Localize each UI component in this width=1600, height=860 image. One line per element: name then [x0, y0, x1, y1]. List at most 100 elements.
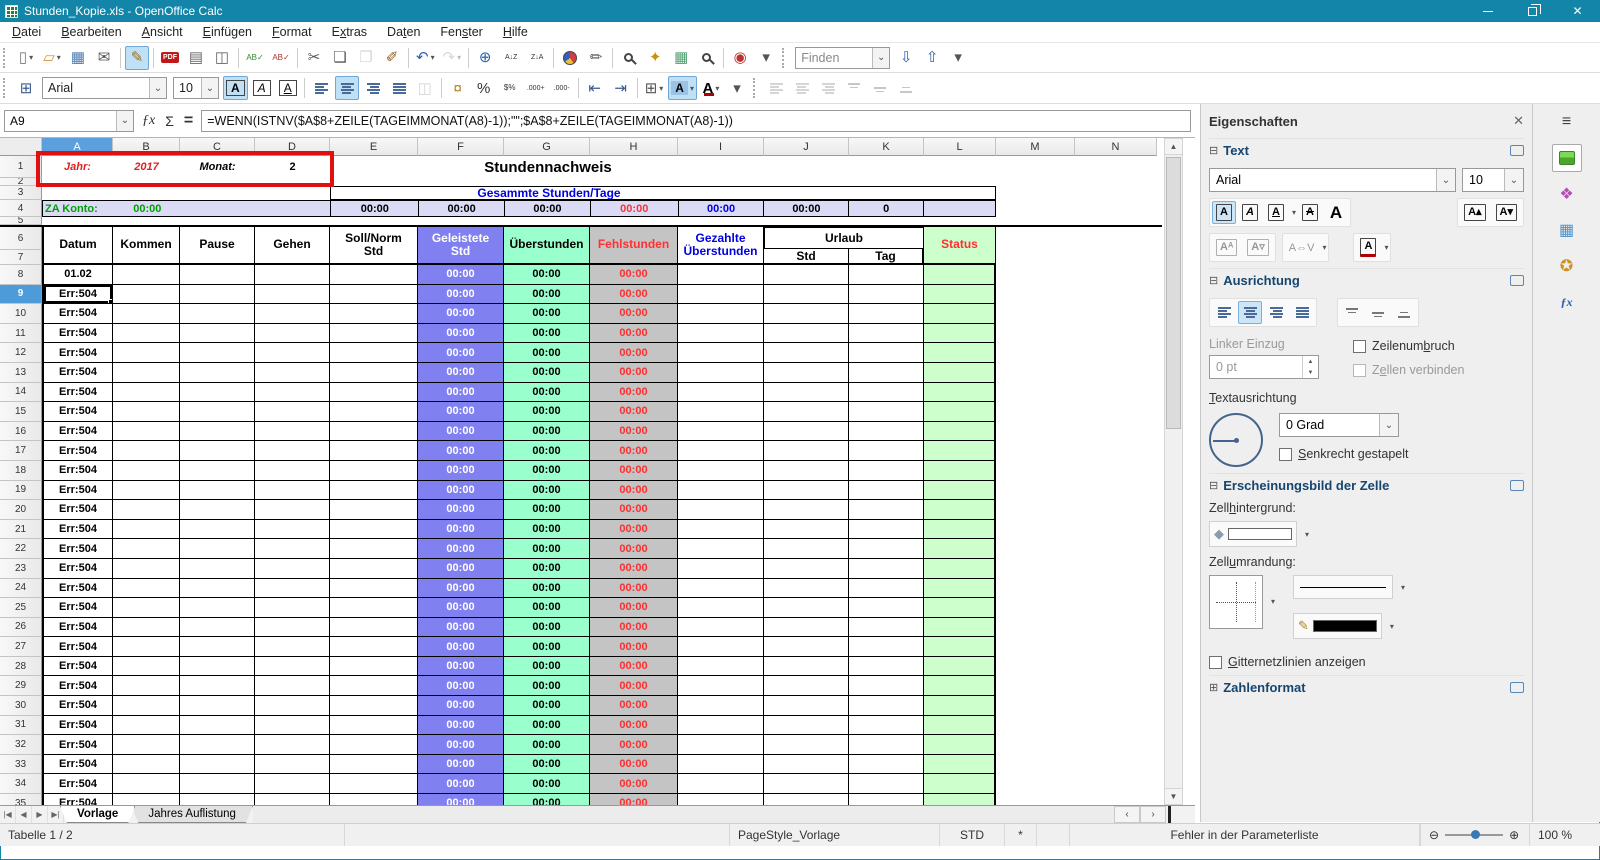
font-size-combobox[interactable]: 10 ⌄ [173, 77, 219, 99]
cell-H26[interactable]: 00:00 [590, 617, 678, 638]
cell-K30[interactable] [849, 696, 924, 716]
cell-G14[interactable]: 00:00 [504, 382, 590, 403]
cell-F29[interactable]: 00:00 [418, 676, 504, 697]
cell-K27[interactable] [849, 637, 924, 657]
column-header-J[interactable]: J [764, 138, 849, 156]
cell-E11[interactable] [330, 323, 418, 344]
cell-C9[interactable] [180, 284, 255, 305]
cell-A16[interactable]: Err:504 [42, 421, 113, 442]
rotation-dial[interactable] [1209, 413, 1263, 467]
cell-I26[interactable] [678, 617, 764, 638]
menu-extras[interactable]: Extras [322, 23, 377, 41]
column-header-H[interactable]: H [590, 138, 678, 156]
chevron-down-icon[interactable]: ▾ [1305, 530, 1309, 539]
sidebar-tab-styles[interactable]: ❖ [1552, 180, 1582, 208]
cell-C27[interactable] [180, 637, 255, 657]
equals-icon[interactable]: = [184, 112, 193, 130]
cell-I28[interactable] [678, 656, 764, 677]
row-header-16[interactable]: 16 [0, 421, 42, 442]
spreadsheet-grid[interactable]: ABCDEFGHIJKLMN 1 Jahr: 2017 Monat: 2 Stundenn… [0, 138, 1162, 805]
cell-I34[interactable] [678, 774, 764, 795]
sidebar-strikethrough-button[interactable]: A [1298, 201, 1322, 224]
zoom-level-label[interactable]: 100 % [1530, 824, 1600, 846]
cell-F21[interactable]: 00:00 [418, 519, 504, 540]
cell-I18[interactable] [678, 460, 764, 481]
cell-L22[interactable] [924, 539, 996, 559]
cell-F35[interactable]: 00:00 [418, 794, 504, 805]
row-header-34[interactable]: 34 [0, 774, 42, 795]
chevron-down-icon[interactable]: ⌄ [872, 47, 890, 68]
scroll-right-icon[interactable]: › [1140, 806, 1166, 823]
cell-K28[interactable] [849, 656, 924, 677]
cell-K16[interactable] [849, 421, 924, 442]
open-button[interactable]: ▱ ▾ [40, 46, 64, 70]
cell-I23[interactable] [678, 558, 764, 579]
row-header-11[interactable]: 11 [0, 323, 42, 344]
cell-H14[interactable]: 00:00 [590, 382, 678, 403]
cell-H19[interactable]: 00:00 [590, 480, 678, 501]
section-number-format-header[interactable]: ⊞ Zahlenformat [1209, 675, 1524, 699]
cell-H16[interactable]: 00:00 [590, 421, 678, 442]
cell-K15[interactable] [849, 402, 924, 422]
cell-I8[interactable] [678, 265, 764, 285]
column-header-F[interactable]: F [418, 138, 504, 156]
cell-G30[interactable]: 00:00 [504, 696, 590, 716]
cell-B10[interactable] [113, 304, 180, 324]
cell-F22[interactable]: 00:00 [418, 539, 504, 559]
cell-C16[interactable] [180, 421, 255, 442]
cell-H11[interactable]: 00:00 [590, 323, 678, 344]
cell-A29[interactable]: Err:504 [42, 676, 113, 697]
cell-G21[interactable]: 00:00 [504, 519, 590, 540]
cell-E9[interactable] [330, 284, 418, 305]
sidebar-font-size-combobox[interactable]: 10 ⌄ [1462, 168, 1524, 192]
menu-datei[interactable]: Datei [2, 23, 51, 41]
sidebar-align-right-button[interactable] [1264, 301, 1288, 324]
cell-A20[interactable]: Err:504 [42, 500, 113, 520]
cell-K23[interactable] [849, 558, 924, 579]
borders-button[interactable]: ⊞ ▾ [642, 76, 667, 100]
cell-A9[interactable]: Err:504 [42, 284, 113, 305]
cell-B15[interactable] [113, 402, 180, 422]
cell-C25[interactable] [180, 598, 255, 618]
cell-E15[interactable] [330, 402, 418, 422]
menu-hilfe[interactable]: Hilfe [493, 23, 538, 41]
cell-I33[interactable] [678, 754, 764, 775]
cell-G26[interactable]: 00:00 [504, 617, 590, 638]
cell-A10[interactable]: Err:504 [42, 304, 113, 324]
cell-L15[interactable] [924, 402, 996, 422]
cell-F12[interactable]: 00:00 [418, 343, 504, 363]
cell-F15[interactable]: 00:00 [418, 402, 504, 422]
column-header-N[interactable]: N [1075, 138, 1157, 156]
undo-button[interactable]: ↶ ▾ [413, 46, 438, 70]
cells-C4-D4[interactable] [181, 201, 331, 216]
cell-A33[interactable]: Err:504 [42, 754, 113, 775]
cell-B11[interactable] [113, 323, 180, 344]
cell-G33[interactable]: 00:00 [504, 754, 590, 775]
cell-C30[interactable] [180, 696, 255, 716]
font-color-button[interactable]: A ▾ [699, 76, 723, 100]
cell-A13[interactable]: Err:504 [42, 362, 113, 383]
cell-C15[interactable] [180, 402, 255, 422]
selection-mode-label[interactable]: STD [940, 824, 1005, 846]
cell-G22[interactable]: 00:00 [504, 539, 590, 559]
row-header-19[interactable]: 19 [0, 480, 42, 501]
dialog-launcher-icon[interactable] [1510, 476, 1524, 491]
cell-L29[interactable] [924, 676, 996, 697]
cell-K35[interactable] [849, 794, 924, 805]
cell-L21[interactable] [924, 519, 996, 540]
menu-bearbeiten[interactable]: Bearbeiten [51, 23, 131, 41]
scroll-up-icon[interactable]: ▲ [1165, 139, 1182, 155]
find-next-button[interactable]: ⇩ [894, 46, 918, 70]
cell-B32[interactable] [113, 735, 180, 755]
header-urlaub-tag[interactable]: Tag [849, 249, 923, 263]
sidebar-valign-center-button[interactable] [1366, 301, 1390, 324]
cell-B4[interactable]: 00:00 [114, 201, 181, 216]
row-header-32[interactable]: 32 [0, 735, 42, 755]
cell-F23[interactable]: 00:00 [418, 558, 504, 579]
cell-C31[interactable] [180, 715, 255, 736]
cell-E10[interactable] [330, 304, 418, 324]
cell-E35[interactable] [330, 794, 418, 805]
cell-H34[interactable]: 00:00 [590, 774, 678, 795]
row-header-15[interactable]: 15 [0, 402, 42, 422]
chevron-down-icon[interactable]: ⌄ [149, 78, 166, 98]
